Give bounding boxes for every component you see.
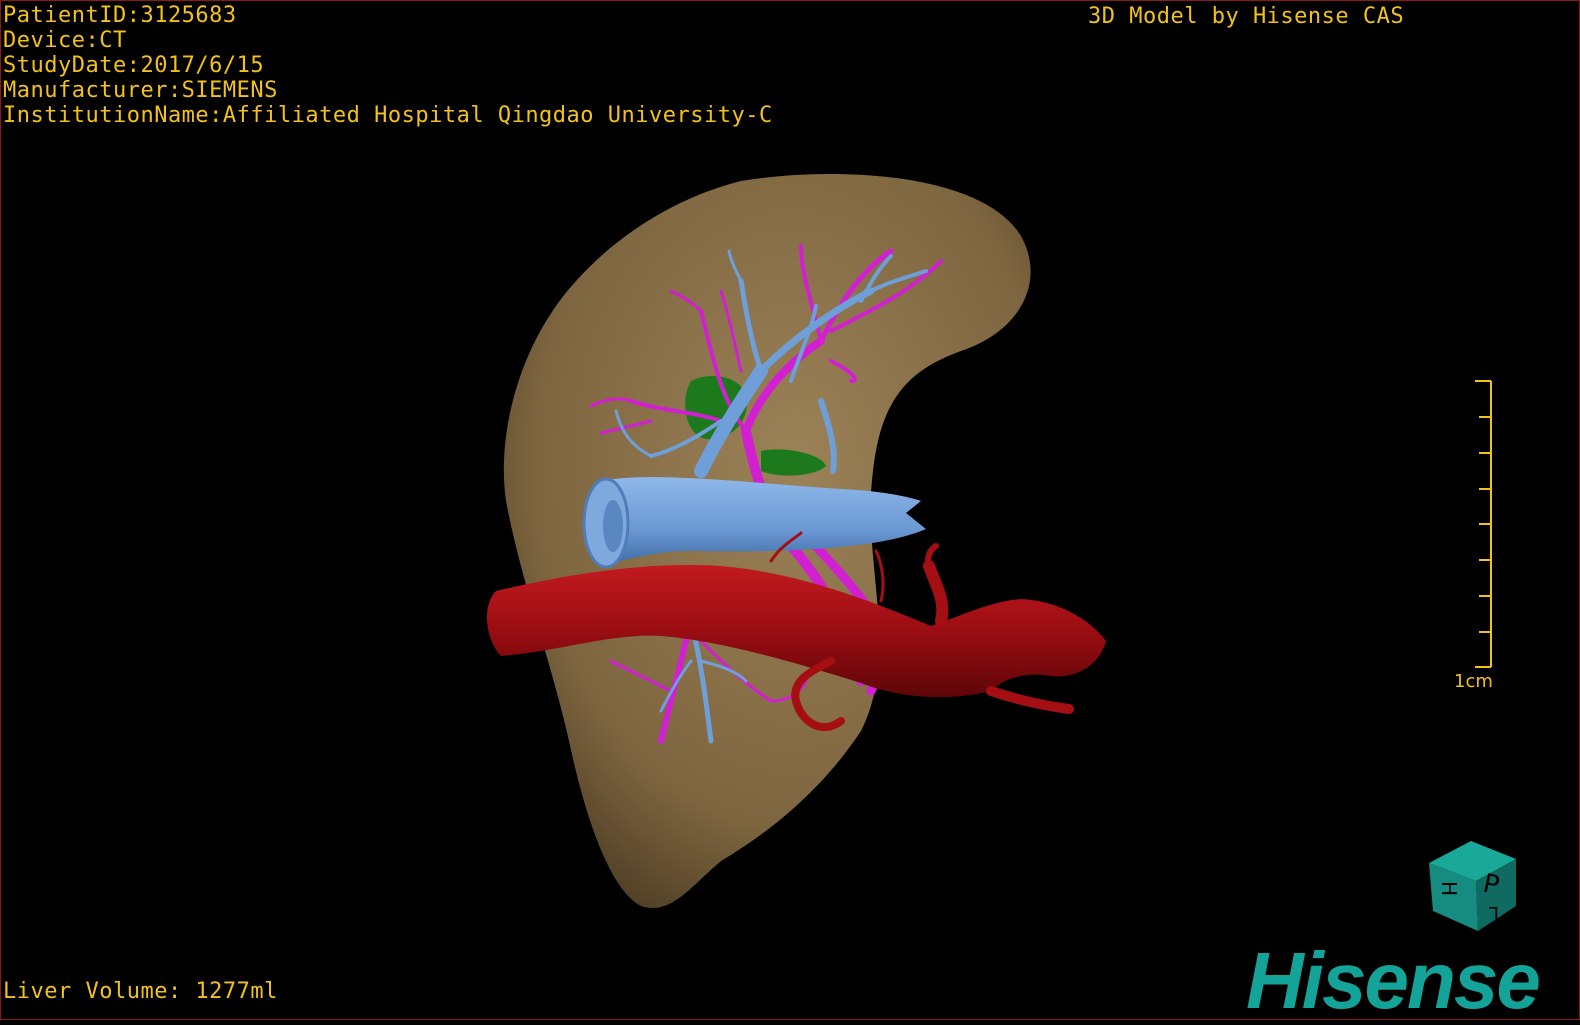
hisense-logo: Hisense <box>1246 936 1541 1025</box>
orientation-cube-face-h: H <box>1437 881 1461 896</box>
manufacturer-label: Manufacturer:SIEMENS <box>3 78 278 103</box>
study-date-label: StudyDate:2017/6/15 <box>3 53 265 78</box>
device-label: Device:CT <box>3 28 127 53</box>
orientation-cube[interactable]: P H L <box>1429 841 1516 931</box>
3d-viewport[interactable]: P H L PatientID:3125683 Device:CT StudyD… <box>0 0 1580 1025</box>
scale-bar-label: 1cm <box>1454 671 1493 692</box>
patient-id-label: PatientID:3125683 <box>3 3 237 28</box>
institution-label: InstitutionName:Affiliated Hospital Qing… <box>3 103 773 128</box>
liver-3d-model[interactable]: P H L <box>1 1 1580 1021</box>
liver-volume-readout: Liver Volume: 1277ml <box>3 979 278 1004</box>
model-credit-label: 3D Model by Hisense CAS <box>1088 4 1405 29</box>
scale-bar <box>1475 380 1492 668</box>
orientation-cube-face-l: L <box>1489 902 1499 923</box>
dicom-info-overlay: PatientID:3125683 Device:CT StudyDate:20… <box>3 3 773 128</box>
